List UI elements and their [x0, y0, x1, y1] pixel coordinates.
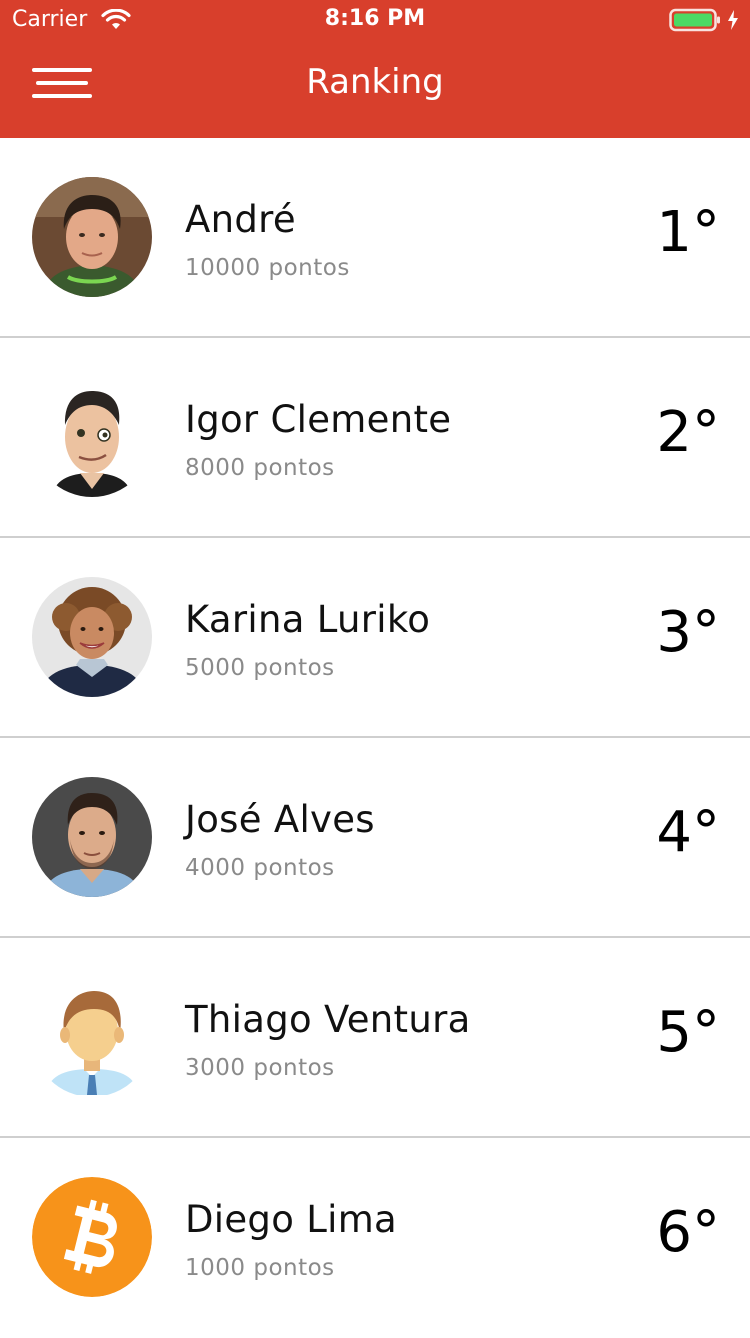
player-name: Diego Lima: [185, 1198, 398, 1241]
ranking-list: André 10000 pontos 1° Igor Clemente 8000…: [0, 138, 750, 1338]
ranking-row[interactable]: André 10000 pontos 1°: [0, 138, 750, 338]
ranking-row[interactable]: Thiago Ventura 3000 pontos 5°: [0, 938, 750, 1138]
player-points: 3000 pontos: [185, 1055, 335, 1081]
ranking-row[interactable]: José Alves 4000 pontos 4°: [0, 738, 750, 938]
player-points: 1000 pontos: [185, 1255, 335, 1281]
player-rank: 2°: [656, 400, 720, 465]
avatar-photo-man-funny-face: [32, 377, 152, 497]
cartoon-man-icon: [32, 977, 152, 1097]
status-time: 8:16 PM: [324, 6, 426, 31]
avatar-photo-young-man: [32, 177, 152, 297]
player-name: José Alves: [185, 798, 375, 841]
player-rank: 6°: [656, 1200, 720, 1265]
navigation-bar: Ranking: [0, 40, 750, 138]
player-rank: 4°: [656, 800, 720, 865]
player-rank: 5°: [656, 1000, 720, 1065]
player-points: 4000 pontos: [185, 855, 335, 881]
avatar-photo-woman-curly-hair: [32, 577, 152, 697]
charging-bolt-icon: [728, 10, 738, 30]
player-rank: 1°: [656, 200, 720, 265]
player-name: Igor Clemente: [185, 398, 452, 441]
player-points: 8000 pontos: [185, 455, 335, 481]
player-rank: 3°: [656, 600, 720, 665]
page-title: Ranking: [306, 62, 444, 102]
ranking-row[interactable]: Karina Luriko 5000 pontos 3°: [0, 538, 750, 738]
battery-icon: [669, 8, 720, 32]
player-name: Karina Luriko: [185, 598, 431, 641]
ranking-row[interactable]: Igor Clemente 8000 pontos 2°: [0, 338, 750, 538]
header: Carrier 8:16 PM Ranking: [0, 0, 750, 138]
bitcoin-icon: [32, 1177, 152, 1297]
avatar-photo-man-blue-shirt: [32, 777, 152, 897]
player-points: 10000 pontos: [185, 255, 350, 281]
player-name: Thiago Ventura: [185, 998, 471, 1041]
ranking-row[interactable]: Diego Lima 1000 pontos 6°: [0, 1138, 750, 1338]
player-name: André: [185, 198, 296, 241]
player-points: 5000 pontos: [185, 655, 335, 681]
status-bar: Carrier 8:16 PM: [0, 0, 750, 40]
